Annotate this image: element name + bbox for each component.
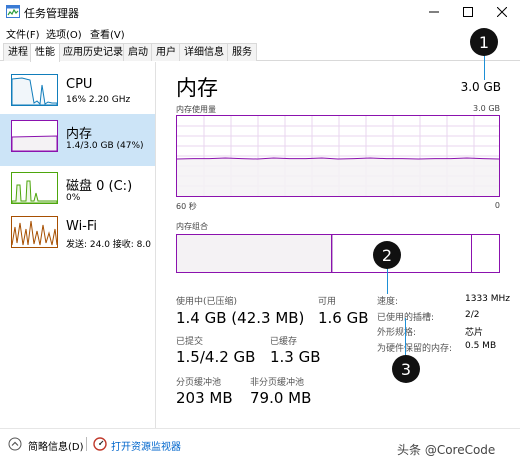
resource-subtext: 16% 2.20 GHz — [66, 95, 131, 105]
cpu-mini-graph — [12, 77, 57, 105]
cached-label: 已缓存 — [270, 337, 298, 347]
footer-divider — [86, 437, 87, 451]
chevron-up-icon[interactable] — [8, 437, 22, 451]
resource-name: 磁盘 0 (C:) — [66, 179, 133, 194]
callout-3: 3 — [392, 355, 420, 383]
callout-1: 1 — [470, 28, 498, 56]
speed-label: 速度: — [377, 297, 399, 307]
speed-value: 1333 MHz — [465, 294, 511, 304]
composition-modified-segment — [332, 235, 333, 272]
tab-bar: 进程 性能 应用历史记录 启动 用户 详细信息 服务 — [0, 42, 520, 62]
wifi-thumbnail — [11, 216, 58, 248]
maximize-button[interactable] — [451, 0, 485, 24]
minimize-button[interactable] — [417, 0, 451, 24]
fewer-details-button[interactable]: 简略信息(D) — [28, 438, 84, 453]
callout-2: 2 — [373, 241, 401, 269]
memory-composition-graph — [176, 234, 500, 273]
tab-details[interactable]: 详细信息 — [179, 43, 229, 61]
form-factor-label: 外形规格: — [377, 328, 417, 338]
nonpaged-pool-label: 非分页缓冲池 — [250, 378, 305, 388]
resource-name: Wi-Fi — [66, 219, 98, 234]
tab-startup[interactable]: 启动 — [123, 43, 153, 61]
total-memory: 3.0 GB — [460, 80, 501, 94]
resource-subtext: 发送: 24.0 接收: 8.0 — [66, 240, 151, 250]
title-bar: 任务管理器 — [0, 0, 520, 24]
resource-name: CPU — [66, 77, 93, 92]
resource-item-cpu[interactable]: CPU 16% 2.20 GHz — [0, 68, 155, 120]
in-use-value: 1.4 GB (42.3 MB) — [176, 309, 305, 327]
window-title: 任务管理器 — [24, 7, 79, 20]
committed-label: 已提交 — [176, 337, 204, 347]
disk-mini-graph — [12, 180, 57, 203]
tab-users[interactable]: 用户 — [151, 43, 181, 61]
resource-item-memory[interactable]: 内存 1.4/3.0 GB (47%) — [0, 114, 155, 166]
disk-thumbnail — [11, 172, 58, 204]
memory-usage-plot — [176, 116, 500, 196]
committed-value: 1.5/4.2 GB — [176, 348, 256, 366]
cpu-thumbnail — [11, 74, 58, 106]
tab-services[interactable]: 服务 — [227, 43, 257, 61]
tab-app-history[interactable]: 应用历史记录 — [58, 43, 128, 61]
tab-performance[interactable]: 性能 — [30, 43, 60, 62]
page-title: 内存 — [176, 76, 218, 100]
resource-subtext: 0% — [66, 193, 81, 203]
menu-file[interactable]: 文件(F) — [6, 26, 40, 41]
composition-standby-divider — [471, 235, 472, 272]
available-value: 1.6 GB — [318, 309, 369, 327]
menu-view[interactable]: 查看(V) — [90, 26, 125, 41]
cached-value: 1.3 GB — [270, 348, 321, 366]
paged-pool-value: 203 MB — [176, 389, 233, 407]
graph-time-right: 0 — [494, 201, 500, 210]
close-icon — [497, 7, 507, 17]
hardware-reserved-label: 为硬件保留的内存: — [377, 344, 453, 354]
graph-time-left: 60 秒 — [176, 202, 197, 211]
menu-bar: 文件(F) 选项(O) 查看(V) — [0, 24, 520, 42]
resource-name: 内存 — [66, 127, 93, 142]
resource-monitor-icon — [93, 437, 107, 451]
usage-graph-label: 内存使用量 — [176, 105, 216, 114]
maximize-icon — [463, 7, 473, 17]
resource-item-wifi[interactable]: Wi-Fi 发送: 24.0 接收: 8.0 — [0, 210, 155, 262]
callout-3-line — [405, 318, 406, 358]
composition-graph-label: 内存组合 — [176, 222, 208, 231]
task-manager-icon — [6, 5, 20, 18]
resource-list: CPU 16% 2.20 GHz 内存 1.4/3.0 GB (47%) 磁盘 … — [0, 62, 156, 428]
usage-graph-max: 3.0 GB — [473, 104, 500, 113]
footer: 简略信息(D) 打开资源监视器 头条 @CoreCode — [0, 428, 520, 463]
paged-pool-label: 分页缓冲池 — [176, 378, 222, 388]
wifi-mini-graph — [12, 220, 57, 246]
available-label: 可用 — [318, 297, 337, 307]
slots-value: 2/2 — [465, 310, 480, 320]
minimize-icon — [429, 11, 439, 13]
in-use-label: 使用中(已压缩) — [176, 297, 238, 307]
resource-subtext: 1.4/3.0 GB (47%) — [66, 141, 144, 151]
tab-processes[interactable]: 进程 — [3, 43, 33, 61]
close-button[interactable] — [485, 0, 519, 24]
nonpaged-pool-value: 79.0 MB — [250, 389, 312, 407]
memory-mini-graph — [12, 135, 57, 151]
form-factor-value: 芯片 — [465, 328, 484, 338]
composition-in-use-segment — [177, 235, 332, 272]
memory-thumbnail — [11, 120, 58, 152]
open-resource-monitor-link[interactable]: 打开资源监视器 — [111, 438, 181, 453]
hardware-reserved-value: 0.5 MB — [465, 341, 497, 351]
memory-usage-graph — [176, 115, 500, 197]
menu-options[interactable]: 选项(O) — [46, 26, 82, 41]
watermark: 头条 @CoreCode — [397, 443, 496, 457]
